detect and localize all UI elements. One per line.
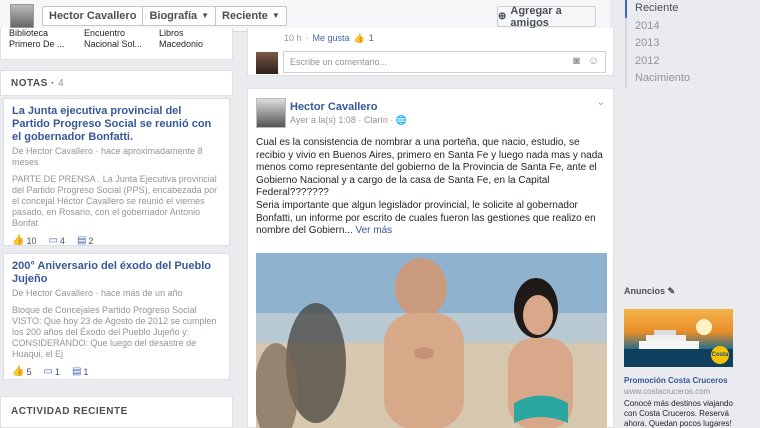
see-more-link[interactable]: Ver más <box>356 225 393 236</box>
filter-dropdown[interactable]: Reciente ▼ <box>216 7 286 25</box>
share-count[interactable]: ▤ 1 <box>72 366 88 377</box>
thumbs-up-icon: 👍 <box>12 366 25 377</box>
commenter-avatar <box>256 52 278 74</box>
note-meta: De Hector Cavallero · hace más de un año <box>12 288 183 298</box>
recent-activity-header: ACTIVIDAD RECIENTE <box>0 396 233 428</box>
author-avatar[interactable] <box>256 98 286 128</box>
notes-header: NOTAS · 4 <box>0 70 233 96</box>
like-link[interactable]: Me gusta <box>313 33 350 44</box>
post-actions: 10 h · Me gusta 👍 1 <box>284 33 374 44</box>
add-friend-button[interactable]: ⊕ Agregar a amigos <box>497 5 596 29</box>
share-count[interactable]: ▤ 2 <box>77 235 93 246</box>
comment-input[interactable]: Escribe un comentario... ◙ ☺ <box>283 51 606 73</box>
post-author[interactable]: Hector Cavallero <box>290 101 377 113</box>
emoji-icon[interactable]: ☺ <box>588 55 599 67</box>
ad-image[interactable]: Costa <box>624 309 733 367</box>
note-card: 200° Aniversario del éxodo del Pueblo Ju… <box>3 253 230 380</box>
strip-item[interactable]: Encuentro Nacional Sol... <box>84 28 149 59</box>
post-card: Hector Cavallero Ayer a la(s) 1:08 · Cla… <box>247 88 614 428</box>
notes-count: 4 <box>58 78 65 89</box>
note-meta: De Hector Cavallero · hace aproximadamen… <box>12 146 203 167</box>
ad-brand-logo: Costa <box>711 346 729 364</box>
post-text: Cual es la consistencia de nombrar a una… <box>256 137 608 238</box>
post-time[interactable]: 10 h <box>284 33 302 44</box>
timeline-item-birth[interactable]: Nacimiento <box>627 70 755 88</box>
post-paragraph: Cual es la consistencia de nombrar a una… <box>256 137 603 199</box>
timeline-item-2014[interactable]: 2014 <box>627 18 755 36</box>
note-title[interactable]: 200° Aniversario del éxodo del Pueblo Ju… <box>12 260 221 286</box>
share-icon: ▤ <box>71 366 82 377</box>
note-excerpt: Bloque de Concejales Partido Progreso So… <box>12 305 217 359</box>
timeline-item-recent[interactable]: Reciente <box>625 0 755 18</box>
section-dropdown[interactable]: Biografía ▼ <box>143 7 217 25</box>
beach-photo-illustration <box>256 253 607 428</box>
chevron-down-icon: ▼ <box>271 11 280 20</box>
add-friend-icon: ⊕ <box>498 11 507 22</box>
post-photo[interactable] <box>256 253 607 428</box>
comment-icon: ▭ <box>48 235 58 246</box>
comment-count[interactable]: ▭ 1 <box>43 366 59 377</box>
note-stats: 👍 10 ▭ 4 ▤ 2 <box>12 235 221 246</box>
comment-count[interactable]: ▭ 4 <box>48 235 64 246</box>
thumbs-up-icon: 👍 <box>12 235 25 246</box>
note-card: La Junta ejecutiva provincial del Partid… <box>3 98 230 246</box>
profile-avatar[interactable] <box>10 4 34 28</box>
previous-post-footer: 10 h · Me gusta 👍 1 Escribe un comentari… <box>247 28 614 76</box>
like-count[interactable]: 👍 10 <box>12 235 36 246</box>
post-paragraph: Seria importante que algun legislador pr… <box>256 199 596 237</box>
note-excerpt: PARTE DE PRENSA . La Junta Ejecutiva pro… <box>12 174 218 228</box>
chevron-down-icon[interactable]: ⌄ <box>597 97 605 108</box>
like-count[interactable]: 👍 5 <box>12 366 31 377</box>
strip-item[interactable]: Libros Macedonio <box>159 28 224 59</box>
ad-choices-icon[interactable]: ✎ <box>668 286 676 296</box>
breadcrumb: Hector Cavallero Biografía ▼ Reciente ▼ <box>42 6 287 26</box>
chevron-down-icon: ▼ <box>201 11 210 20</box>
share-icon: ▤ <box>76 235 87 246</box>
strip-item[interactable]: Biblioteca Primero De ... <box>9 28 74 59</box>
note-title[interactable]: La Junta ejecutiva provincial del Partid… <box>12 105 221 144</box>
thumbs-up-icon: 👍 <box>353 33 365 43</box>
globe-icon: 🌐 <box>395 115 408 125</box>
like-count[interactable]: 1 <box>369 33 374 44</box>
ad-text: Conocé más destinos viajando con Costa C… <box>624 399 733 428</box>
comment-icon: ▭ <box>43 366 53 377</box>
likes-strip: Biblioteca Primero De ... Encuentro Nacion… <box>0 28 233 60</box>
timeline-year-nav: Reciente 2014 2013 2012 Nacimiento <box>625 0 755 88</box>
profile-name-link[interactable]: Hector Cavallero <box>43 7 144 25</box>
post-meta: Ayer a la(s) 1:08 · Clarín · 🌐 <box>290 115 408 125</box>
ads-header: Anuncios ✎ <box>624 286 676 296</box>
ad-url: www.costacruceros.com <box>624 387 711 396</box>
notes-title[interactable]: NOTAS <box>11 78 48 89</box>
note-stats: 👍 5 ▭ 1 ▤ 1 <box>12 366 221 377</box>
camera-icon[interactable]: ◙ <box>573 55 580 67</box>
ad-title[interactable]: Promoción Costa Cruceros <box>624 376 728 385</box>
timeline-item-2012[interactable]: 2012 <box>627 53 755 71</box>
timeline-item-2013[interactable]: 2013 <box>627 35 755 53</box>
